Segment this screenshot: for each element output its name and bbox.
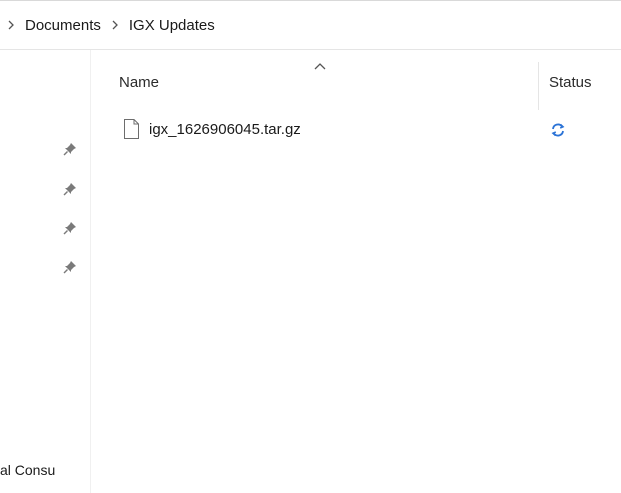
column-status-header[interactable]: Status (549, 74, 592, 91)
column-divider[interactable] (538, 62, 539, 110)
nav-item-partial[interactable]: al Consu (0, 462, 90, 478)
breadcrumb: Documents IGX Updates (0, 1, 621, 49)
sort-ascending-icon (313, 58, 327, 70)
chevron-right-icon[interactable] (104, 20, 126, 30)
breadcrumb-item-documents[interactable]: Documents (22, 17, 104, 34)
file-row[interactable]: igx_1626906045.tar.gz (91, 116, 621, 144)
chevron-right-icon[interactable] (0, 20, 22, 30)
pin-icon[interactable] (61, 258, 79, 276)
file-explorer-window: Documents IGX Updates al Consu Name Stat… (0, 0, 621, 493)
breadcrumb-item-igx-updates[interactable]: IGX Updates (126, 17, 218, 34)
column-name-header[interactable]: Name (119, 74, 159, 91)
pin-icon[interactable] (61, 180, 79, 198)
column-header: Name Status (91, 50, 621, 110)
file-name[interactable]: igx_1626906045.tar.gz (149, 121, 301, 138)
sync-pending-icon (550, 122, 566, 138)
file-icon (123, 118, 140, 140)
pin-icon[interactable] (61, 219, 79, 237)
pin-icon[interactable] (61, 140, 79, 158)
